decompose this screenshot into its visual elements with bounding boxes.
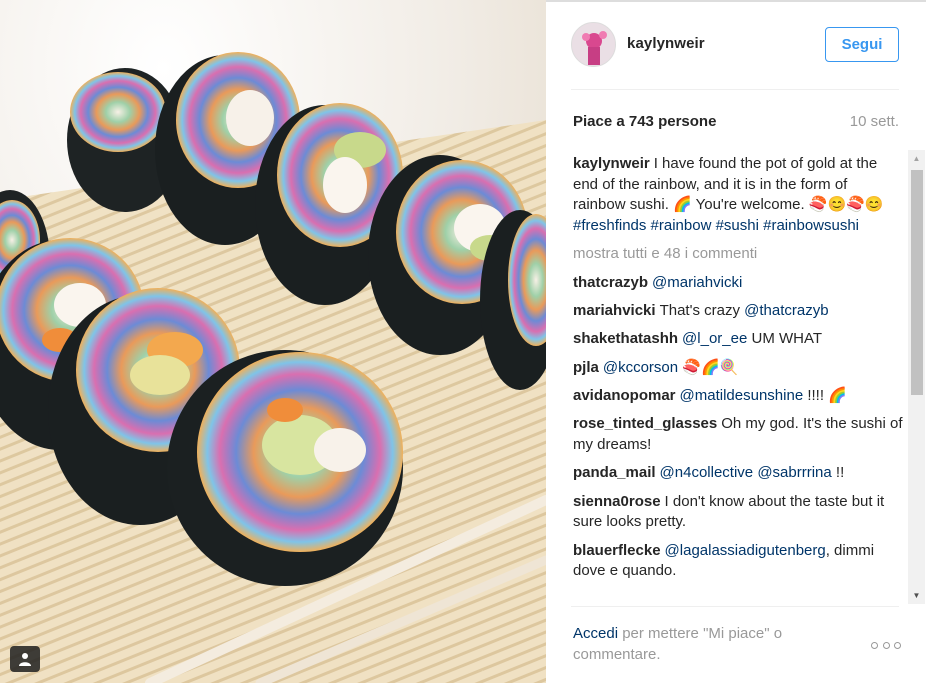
chevron-down-icon[interactable]: ▼ — [908, 587, 925, 604]
login-prompt: Accedi per mettere "Mi piace" o commenta… — [573, 623, 833, 665]
hashtag-link[interactable]: #rainbow — [651, 217, 712, 234]
comment-text: !! — [831, 464, 845, 482]
person-icon — [19, 653, 31, 666]
likes-count[interactable]: Piace a 743 persone — [573, 113, 716, 130]
post-sidebar: kaylynweir Segui Piace a 743 persone 10 … — [546, 0, 926, 683]
list-item: avidanopomar @matildesunshine !!!! 🌈 — [573, 386, 903, 407]
username-link[interactable]: kaylynweir — [627, 35, 705, 52]
scrollbar-thumb[interactable] — [911, 170, 923, 395]
comment-text: UM WHAT — [747, 330, 823, 348]
header-divider — [571, 89, 899, 90]
mention-link[interactable]: @lagalassiadigutenberg — [665, 542, 826, 559]
list-item: mariahvicki That's crazy @thatcrazyb — [573, 301, 903, 322]
rainbow-sushi-photo — [0, 0, 546, 683]
caption: kaylynweir I have found the pot of gold a… — [573, 154, 903, 236]
chevron-up-icon[interactable]: ▲ — [908, 150, 925, 167]
mention-link[interactable]: @l_or_ee — [682, 330, 747, 347]
mention-link[interactable]: @n4collective — [660, 464, 754, 481]
comment-author[interactable]: avidanopomar — [573, 387, 676, 404]
list-item: panda_mail @n4collective @sabrrrina !! — [573, 463, 903, 484]
follow-button[interactable]: Segui — [825, 27, 899, 62]
post-header: kaylynweir Segui — [546, 0, 926, 90]
comment-author[interactable]: blauerflecke — [573, 542, 661, 559]
comment-author[interactable]: kaylynweir — [573, 155, 650, 172]
avatar[interactable] — [571, 22, 616, 67]
mention-link[interactable]: @thatcrazyb — [744, 302, 828, 319]
comment-author[interactable]: thatcrazyb — [573, 274, 648, 291]
comment-text: 🍣🌈🍭 — [678, 358, 739, 376]
hashtag-link[interactable]: #rainbowsushi — [763, 217, 859, 234]
hashtag-link[interactable]: #freshfinds — [573, 217, 646, 234]
post-image[interactable] — [0, 0, 546, 683]
comments-scrollbar[interactable]: ▲ ▼ — [908, 150, 925, 604]
comments-list[interactable]: kaylynweir I have found the pot of gold a… — [573, 154, 903, 602]
comment-author[interactable]: sienna0rose — [573, 493, 661, 510]
comment-author[interactable]: mariahvicki — [573, 302, 656, 319]
list-item: thatcrazyb @mariahvicki — [573, 273, 903, 294]
comment-author[interactable]: pjla — [573, 359, 599, 376]
load-more-comments-link[interactable]: mostra tutti e 48 i commenti — [573, 244, 903, 265]
comment-author[interactable]: rose_tinted_glasses — [573, 415, 717, 432]
mention-link[interactable]: @mariahvicki — [652, 274, 742, 291]
mention-link[interactable]: @matildesunshine — [680, 387, 804, 404]
list-item: shakethatashh @l_or_ee UM WHAT — [573, 329, 903, 350]
list-item: rose_tinted_glasses Oh my god. It's the s… — [573, 414, 903, 455]
post-date[interactable]: 10 sett. — [850, 113, 899, 130]
mention-link[interactable]: @kccorson — [603, 359, 678, 376]
user-tag-button[interactable] — [10, 646, 40, 672]
list-item: sienna0rose I don't know about the taste … — [573, 492, 903, 533]
comment-author[interactable]: panda_mail — [573, 464, 656, 481]
more-options-icon[interactable] — [871, 638, 901, 652]
hashtag-link[interactable]: #sushi — [716, 217, 759, 234]
comment-text: That's crazy — [659, 301, 745, 319]
login-link[interactable]: Accedi — [573, 625, 618, 642]
footer-divider — [571, 606, 899, 607]
comment-author[interactable]: shakethatashh — [573, 330, 678, 347]
list-item: pjla @kccorson 🍣🌈🍭 — [573, 358, 903, 379]
list-item: blauerflecke @lagalassiadigutenberg, dimm… — [573, 541, 903, 582]
comment-text: !!!! 🌈 — [803, 387, 847, 405]
mention-link[interactable]: @sabrrrina — [757, 464, 831, 481]
profile-photo — [572, 23, 615, 66]
